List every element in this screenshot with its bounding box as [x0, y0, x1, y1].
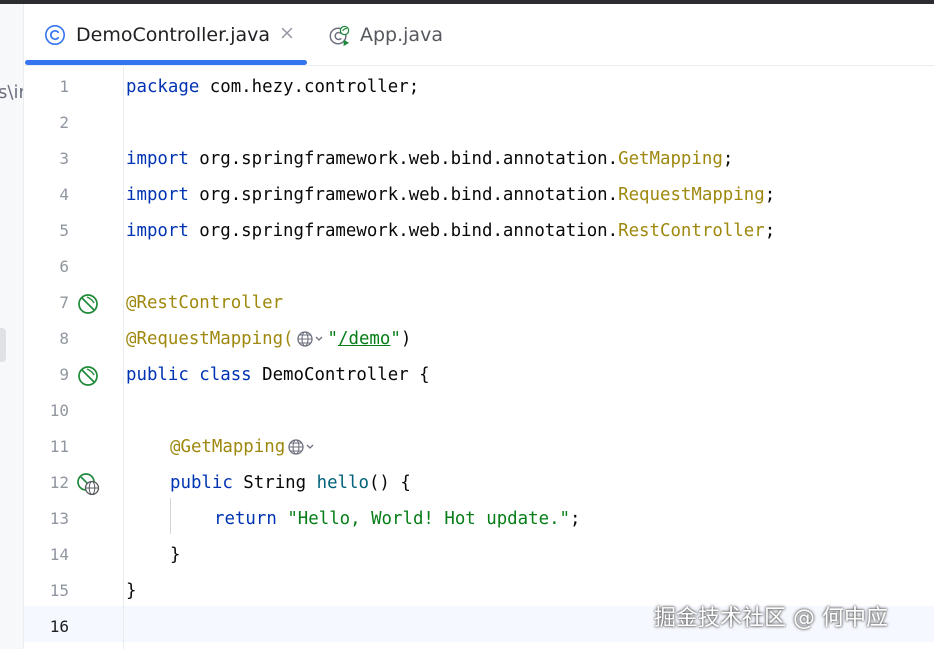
code-text[interactable]: import org.springframework.web.bind.anno…: [126, 141, 733, 177]
semicolon: ;: [764, 221, 776, 241]
code-line[interactable]: 13 return "Hello, World! Hot update.";: [24, 501, 934, 537]
code-line[interactable]: 3 import org.springframework.web.bind.an…: [24, 141, 934, 177]
line-number: 1: [59, 77, 69, 96]
globe-icon[interactable]: [287, 438, 317, 456]
string-literal: "Hello, World! Hot update.": [287, 509, 571, 529]
project-panel-edge[interactable]: s\ir: [0, 4, 24, 649]
spring-app-icon: [328, 24, 350, 47]
import-package: org.springframework.web.bind.annotation.: [188, 185, 619, 205]
code-text[interactable]: public class DemoController {: [126, 357, 430, 393]
annotation: @RestController: [126, 293, 284, 313]
return-type: String: [232, 473, 317, 493]
line-number: 15: [49, 581, 69, 600]
code-text[interactable]: public String hello() {: [170, 465, 411, 501]
line-number: 4: [59, 185, 69, 204]
line-number: 5: [59, 221, 69, 240]
web-endpoint-icon[interactable]: [76, 472, 100, 496]
code-line[interactable]: 5 import org.springframework.web.bind.an…: [24, 213, 934, 249]
tab-democontroller-label: DemoController.java: [76, 24, 271, 46]
code-line[interactable]: 1 package com.hezy.controller;: [24, 69, 934, 105]
string-quote: ": [327, 329, 339, 349]
project-panel-clipped-text: s\ir: [0, 82, 23, 103]
keyword: import: [126, 221, 189, 241]
keyword: public: [170, 473, 233, 493]
import-class: GetMapping: [618, 149, 723, 169]
annotation: @GetMapping: [170, 437, 286, 457]
code-line[interactable]: 6: [24, 249, 934, 285]
line-number: 13: [49, 509, 69, 528]
keyword: import: [126, 185, 189, 205]
line-number: 16: [49, 617, 69, 636]
code-line[interactable]: 2: [24, 105, 934, 141]
spring-bean-icon[interactable]: [76, 364, 100, 388]
line-number: 9: [59, 365, 69, 384]
class-c-icon: [44, 24, 66, 46]
code-editor[interactable]: 1 package com.hezy.controller; 2 3 impor…: [24, 67, 934, 649]
code-text[interactable]: @GetMapping: [170, 429, 319, 465]
code-text[interactable]: package com.hezy.controller;: [126, 69, 419, 105]
line-number: 10: [49, 401, 69, 420]
annotation: @RequestMapping(: [126, 329, 294, 349]
import-package: org.springframework.web.bind.annotation.: [188, 221, 619, 241]
line-number: 7: [59, 293, 69, 312]
line-number: 12: [49, 473, 69, 492]
line-number: 8: [59, 329, 69, 348]
method-signature: () {: [368, 473, 411, 493]
line-number: 14: [49, 545, 69, 564]
code-text[interactable]: @RestController: [126, 285, 283, 321]
code-text[interactable]: }: [126, 573, 136, 609]
code-line[interactable]: 10: [24, 393, 934, 429]
class-declaration: DemoController {: [251, 365, 430, 385]
line-number: 6: [59, 257, 69, 276]
semicolon: ;: [722, 149, 734, 169]
tab-app-label: App.java: [360, 24, 443, 46]
keyword: public class: [126, 365, 252, 385]
code-text[interactable]: }: [170, 537, 180, 573]
code-text[interactable]: @RequestMapping( "/demo"): [126, 321, 411, 357]
code-line[interactable]: 9 public class DemoController {: [24, 357, 934, 393]
package-name: com.hezy.controller;: [199, 77, 420, 97]
watermark: 掘金技术社区 @ 何中应: [654, 606, 888, 631]
tab-app[interactable]: App.java: [308, 4, 468, 66]
code-line[interactable]: 12 public String hello() {: [24, 465, 934, 501]
import-class: RestController: [618, 221, 765, 241]
close-icon[interactable]: [276, 22, 298, 44]
tab-democontroller[interactable]: DemoController.java: [24, 4, 308, 66]
code-line[interactable]: 14 }: [24, 537, 934, 573]
string-quote: ": [390, 329, 401, 349]
spring-bean-icon[interactable]: [76, 292, 100, 316]
import-package: org.springframework.web.bind.annotation.: [188, 149, 619, 169]
keyword: return: [214, 509, 277, 529]
line-number: 2: [59, 113, 69, 132]
globe-icon[interactable]: [296, 330, 326, 348]
code-line[interactable]: 11 @GetMapping: [24, 429, 934, 465]
code-text[interactable]: import org.springframework.web.bind.anno…: [126, 213, 775, 249]
code-text[interactable]: import org.springframework.web.bind.anno…: [126, 177, 775, 213]
paren: ): [400, 329, 412, 349]
method-name: hello: [316, 473, 369, 493]
url-link[interactable]: /demo: [338, 329, 390, 349]
line-number: 3: [59, 149, 69, 168]
code-line[interactable]: 4 import org.springframework.web.bind.an…: [24, 177, 934, 213]
code-line[interactable]: 7 @RestController: [24, 285, 934, 321]
semicolon: ;: [764, 185, 776, 205]
code-line[interactable]: 8 @RequestMapping( "/demo"): [24, 321, 934, 357]
import-class: RequestMapping: [618, 185, 765, 205]
active-tab-underline: [25, 60, 307, 65]
line-number: 11: [49, 437, 69, 456]
editor-tab-bar: DemoController.java App.java: [24, 4, 934, 66]
keyword: package: [126, 77, 200, 97]
keyword: import: [126, 149, 189, 169]
semicolon: ;: [570, 509, 581, 529]
project-panel-selection: [0, 328, 6, 362]
code-text[interactable]: return "Hello, World! Hot update.";: [214, 501, 581, 537]
